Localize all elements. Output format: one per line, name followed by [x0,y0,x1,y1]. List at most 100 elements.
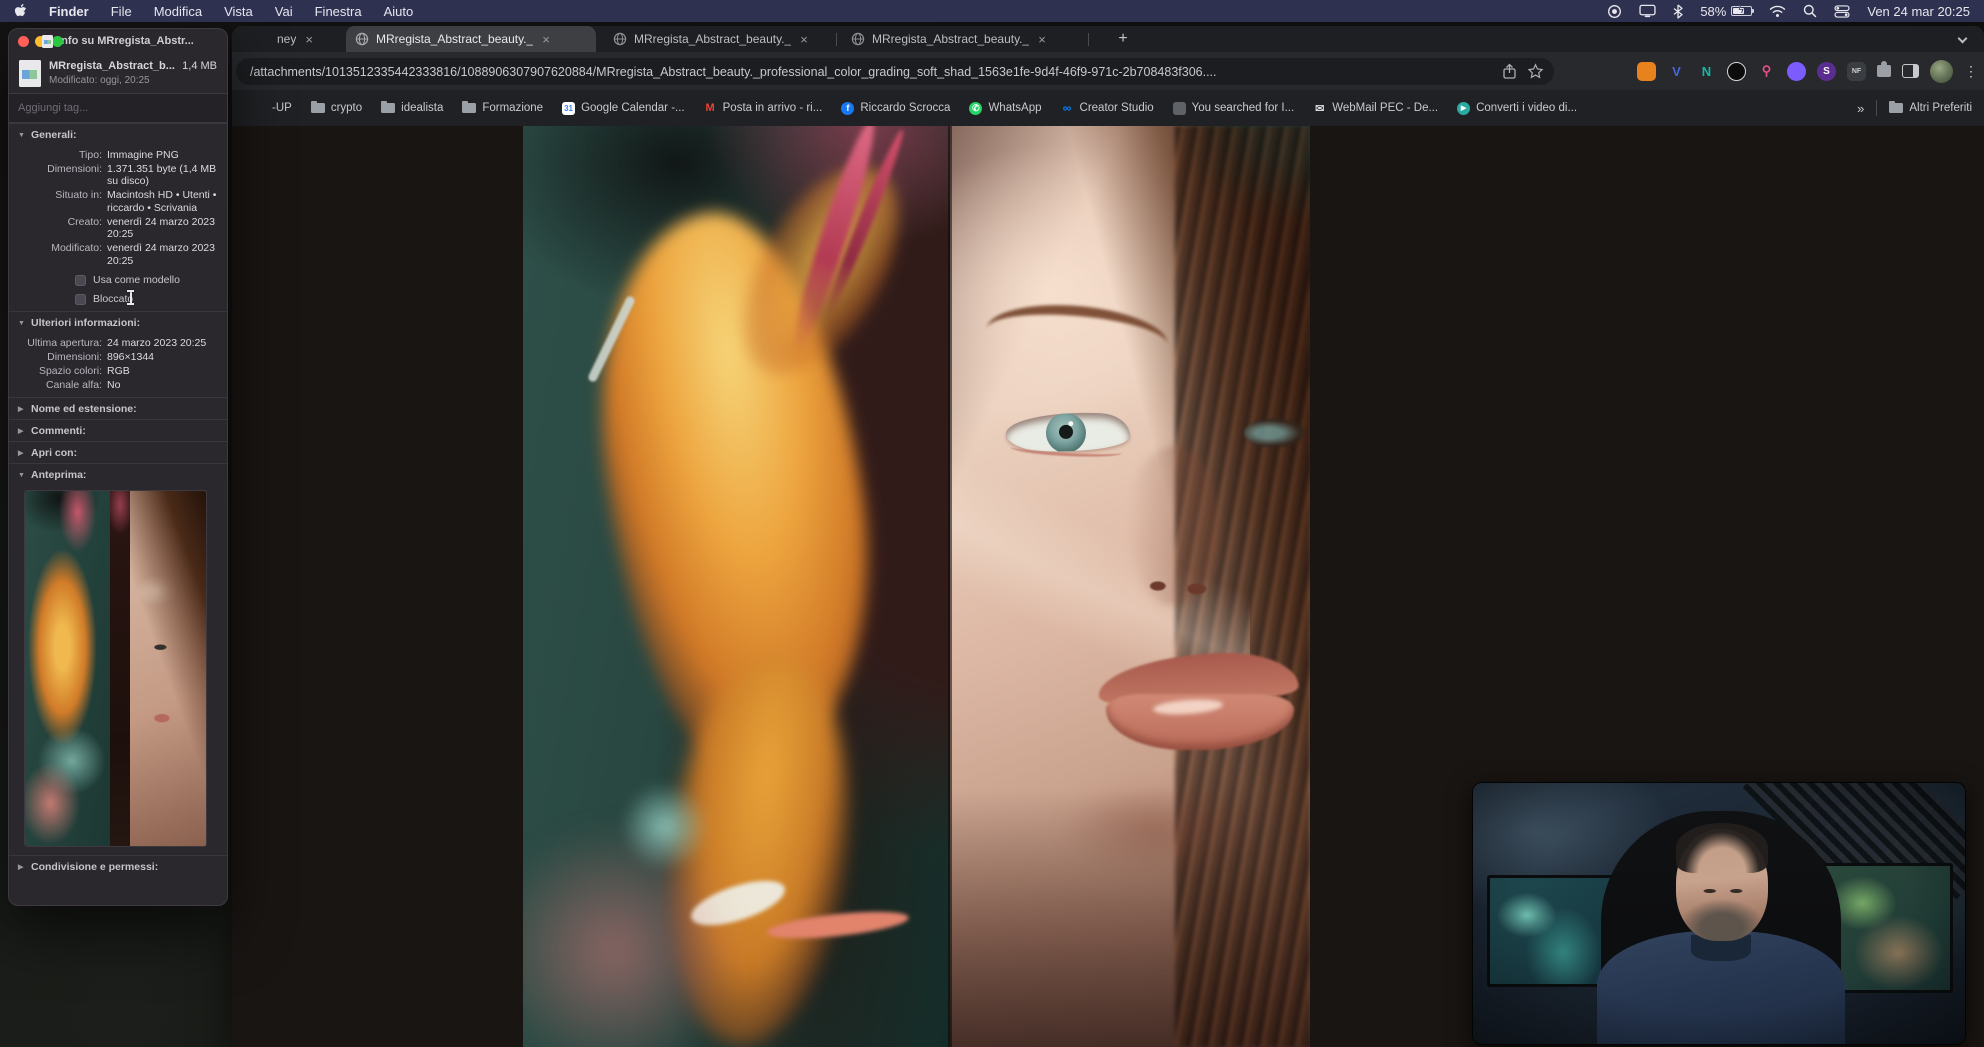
google-calendar-icon: 31 [562,101,576,115]
convert-video-icon: ▶ [1457,101,1471,115]
menu-item-file[interactable]: File [111,4,132,19]
dark-circle-extension-icon[interactable] [1727,61,1746,81]
screen-record-icon[interactable] [1607,4,1622,19]
preview-face-half [129,491,206,846]
tab-active[interactable]: MRregista_Abstract_beauty._ × [346,26,596,52]
menu-item-modifica[interactable]: Modifica [154,4,202,19]
apple-menu-icon[interactable] [14,3,27,19]
checkbox-icon[interactable] [75,293,86,305]
info-row: Ultima apertura: 24 marzo 2023 20:25 [27,336,207,349]
tab-close-icon[interactable]: × [798,32,810,47]
tab-partial[interactable]: ney × [268,26,324,52]
close-button[interactable] [18,36,29,47]
bookmarks-overflow-chevron[interactable]: » [1857,101,1864,116]
url-bar[interactable]: /attachments/1013512335442333816/1088906… [236,58,1554,85]
section-commenti[interactable]: ▶ Commenti: [9,419,227,441]
section-nome-ed-estensione[interactable]: ▶ Nome ed estensione: [9,397,227,419]
tab-close-icon[interactable]: × [1036,32,1048,47]
vignette [1473,783,1965,1044]
text-cursor [126,290,135,305]
menu-item-finder[interactable]: Finder [49,4,89,19]
section-condivisione-e-permessi[interactable]: ▶ Condivisione e permessi: [9,855,227,877]
tab-inactive[interactable]: MRregista_Abstract_beauty._ × [842,26,1082,52]
phantom-extension-icon[interactable] [1787,61,1806,81]
bookmark-folder-idealista[interactable]: idealista [381,100,443,114]
bluetooth-icon[interactable] [1673,4,1683,19]
new-tab-button[interactable]: + [1112,28,1134,50]
bookmark-you-searched[interactable]: You searched for I... [1172,101,1294,115]
battery-icon: ϟ [1731,5,1755,16]
wifi-icon[interactable] [1769,5,1786,18]
folder-icon [462,100,477,113]
sidebar-toggle-icon[interactable] [1902,64,1919,78]
tab-overflow-chevron-icon[interactable] [1957,33,1968,44]
checkbox-bloccato[interactable]: Bloccato [75,293,219,305]
file-name: MRregista_Abstract_b... [49,60,175,72]
checkbox-usa-come-modello[interactable]: Usa come modello [75,274,219,286]
nano-extension-icon[interactable]: N [1697,62,1716,81]
zoom-button[interactable] [52,36,63,47]
extensions-row: V N ⚲ S NF ⋮ [1637,58,1978,84]
checkbox-icon[interactable] [75,274,86,286]
profile-avatar[interactable] [1930,59,1953,83]
section-generali[interactable]: ▼ Generali: [9,123,227,145]
bookmark-converti-video[interactable]: ▶ Converti i video di... [1457,101,1577,115]
folder-icon [381,100,396,113]
extensions-puzzle-icon[interactable] [1877,61,1891,77]
whatsapp-icon: ✆ [969,101,983,115]
menubar-clock[interactable]: Ven 24 mar 20:25 [1867,4,1970,19]
bookmark-whatsapp[interactable]: ✆ WhatsApp [969,101,1042,115]
info-row: Situato in: Macintosh HD • Utenti • ricca… [55,189,217,214]
bookmark-facebook[interactable]: f Riccardo Scrocca [841,101,950,115]
bookmark-creator-studio[interactable]: ∞ Creator Studio [1061,101,1154,115]
bookmark-folder-formazione[interactable]: Formazione [462,100,543,114]
artwork-image[interactable] [523,126,1310,1047]
section-ulteriori-informazioni[interactable]: ▼ Ulteriori informazioni: [9,311,227,333]
bookmark-star-icon[interactable] [1527,63,1544,80]
spotlight-search-icon[interactable] [1803,4,1817,18]
url-text: /attachments/1013512335442333816/1088906… [250,64,1217,79]
desktop: Finder File Modifica Vista Vai Finestra … [0,0,1984,1047]
bookmark-google-calendar[interactable]: 31 Google Calendar -... [562,101,685,115]
battery-percent-label: 58% [1700,3,1727,19]
browser-menu-icon[interactable]: ⋮ [1964,63,1978,80]
info-row: Modificato: venerdì 24 marzo 2023 20:25 [51,242,215,267]
bookmark-item[interactable]: -UP [272,102,292,114]
file-size: 1,4 MB [182,60,217,72]
add-tags-input[interactable] [9,93,227,123]
menu-item-finestra[interactable]: Finestra [315,4,362,19]
display-icon[interactable] [1639,4,1656,18]
wallet-extension-icon[interactable]: V [1667,62,1686,81]
bookmark-webmail-pec[interactable]: ✉ WebMail PEC - De... [1313,102,1438,115]
bookmark-gmail[interactable]: M Posta in arrivo - ri... [704,102,823,115]
ulteriori-rows: Ultima apertura: 24 marzo 2023 20:25 Dime… [9,333,227,397]
battery-indicator[interactable]: 58% ϟ [1700,3,1755,19]
key-extension-icon[interactable]: ⚲ [1757,62,1776,81]
menu-item-vai[interactable]: Vai [275,4,293,19]
control-center-icon[interactable] [1834,4,1850,18]
gmail-icon: M [705,102,715,114]
globe-favicon [613,32,627,46]
tab-inactive[interactable]: MRregista_Abstract_beauty._ × [604,26,830,52]
tab-close-icon[interactable]: × [540,32,552,47]
tab-label: ney [277,32,297,46]
info-window-titlebar[interactable]: Info su MRregista_Abstr... [9,29,227,53]
section-anteprima[interactable]: ▼ Anteprima: [9,463,227,485]
metamask-extension-icon[interactable] [1637,61,1656,81]
share-icon[interactable] [1501,63,1518,80]
nf-extension-icon[interactable]: NF [1847,61,1866,81]
section-apri-con[interactable]: ▶ Apri con: [9,441,227,463]
other-bookmarks-folder[interactable]: Altri Preferiti [1889,100,1972,114]
menu-item-vista[interactable]: Vista [224,4,253,19]
menu-item-aiuto[interactable]: Aiuto [384,4,414,19]
generic-favicon [1172,101,1186,115]
preview-dark-band [110,491,130,846]
purple-s-extension-icon[interactable]: S [1817,61,1836,81]
divider [1876,100,1878,116]
bookmark-folder-crypto[interactable]: crypto [310,100,362,114]
document-icon [42,34,54,48]
webcam-overlay [1472,782,1966,1045]
tab-close-icon[interactable]: × [303,32,315,47]
info-row: Spazio colori: RGB [38,364,130,377]
meta-icon: ∞ [1062,101,1072,115]
